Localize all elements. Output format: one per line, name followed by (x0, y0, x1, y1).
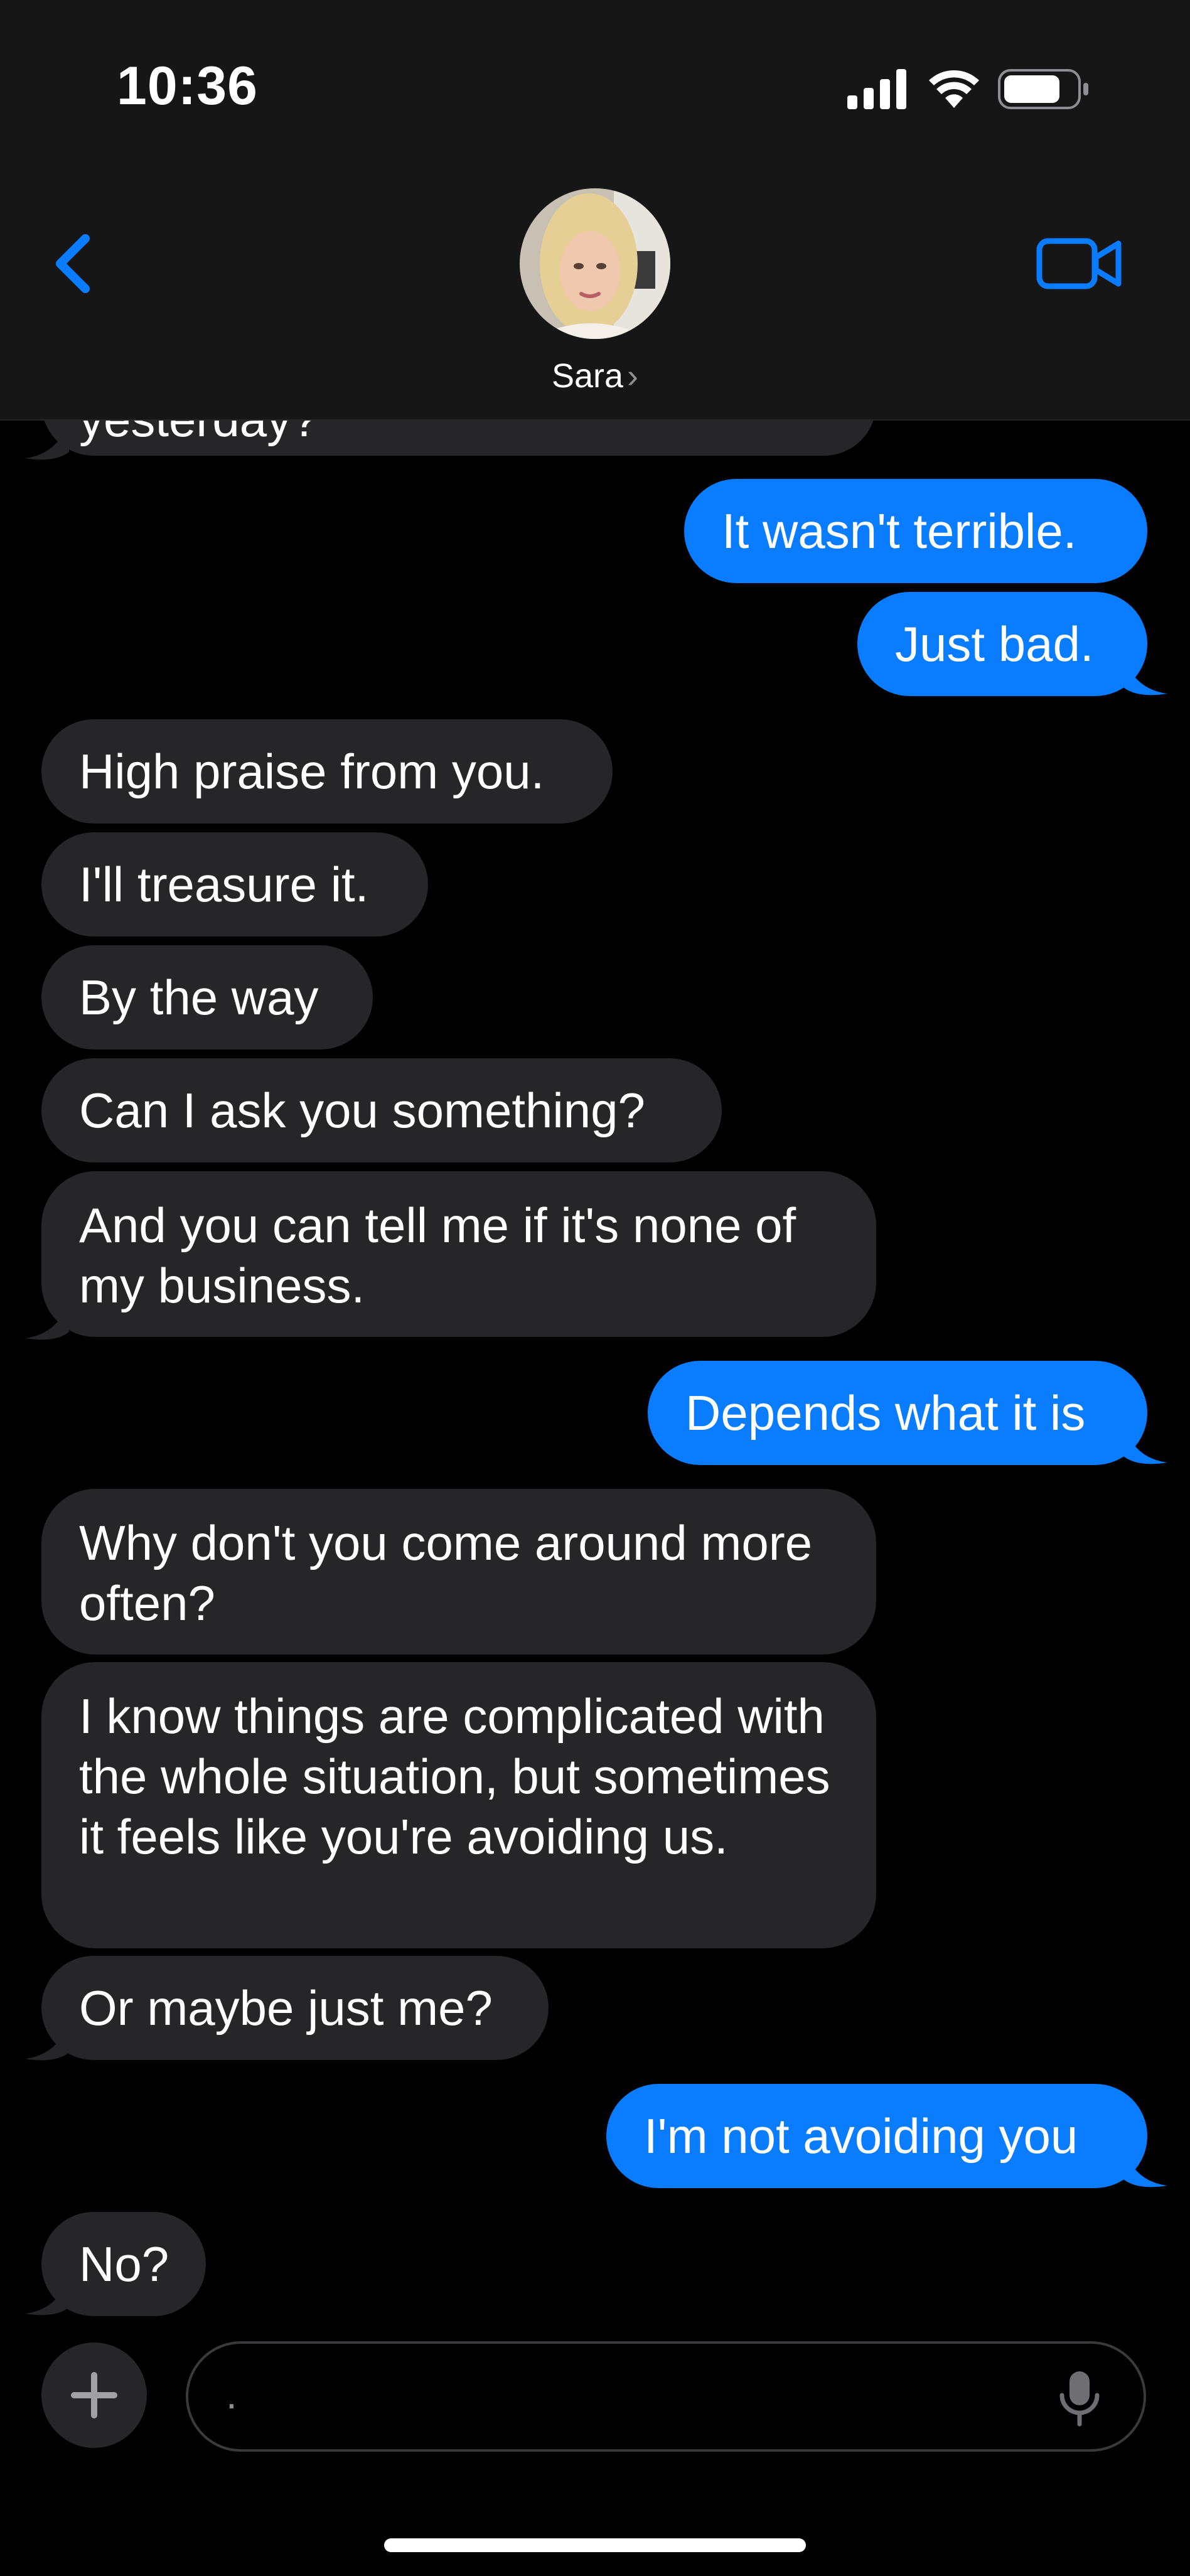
plus-icon (71, 2372, 117, 2418)
bubble-tail (1123, 1425, 1167, 1464)
message-bubble-incoming[interactable]: And you can tell me if it's none of my b… (41, 1171, 876, 1337)
cellular-signal-icon (847, 69, 906, 109)
message-text: Depends what it is (685, 1385, 1086, 1441)
conversation-header: 10:36 Sara › (0, 0, 1190, 421)
message-text: No? (79, 2236, 169, 2292)
message-text: I know things are complicated with the w… (79, 1688, 830, 1864)
message-bubble-incoming[interactable]: Can I ask you something? (41, 1058, 722, 1162)
bubble-tail (25, 2021, 69, 2061)
message-bubble-incoming[interactable]: I know things are complicated with the w… (41, 1662, 876, 1948)
message-text: High praise from you. (79, 744, 545, 799)
message-text: Can I ask you something? (79, 1083, 645, 1138)
message-bubble-outgoing[interactable]: I'm not avoiding you (606, 2084, 1147, 2188)
message-bubble-incoming[interactable]: High praise from you. (41, 719, 613, 824)
message-bubble-incoming[interactable]: Why don't you come around more often? (41, 1489, 876, 1655)
contact-name[interactable]: Sara › (0, 357, 1190, 395)
message-text: Just bad. (895, 616, 1094, 672)
message-text: It wasn't terrible. (722, 503, 1077, 559)
message-bubble-outgoing[interactable]: It wasn't terrible. (684, 479, 1147, 583)
message-text: And you can tell me if it's none of my b… (79, 1198, 796, 1313)
video-call-icon[interactable] (1036, 232, 1123, 295)
message-text: I'm not avoiding you (644, 2108, 1078, 2164)
add-attachment-button[interactable] (41, 2343, 147, 2448)
message-bubble-incoming[interactable]: Or maybe just me? (41, 1956, 549, 2060)
message-input[interactable]: . (186, 2341, 1146, 2452)
message-text: By the way (79, 970, 319, 1025)
message-bubble-outgoing[interactable]: Depends what it is (648, 1361, 1147, 1465)
message-text: Why don't you come around more often? (79, 1515, 813, 1631)
message-text: Or maybe just me? (79, 1980, 493, 2036)
contact-avatar[interactable] (520, 188, 670, 339)
message-bubble-incoming[interactable]: I'll treasure it. (41, 832, 428, 936)
message-bubble-outgoing[interactable]: Just bad. (857, 592, 1147, 696)
wifi-icon (929, 70, 979, 108)
message-text: I'll treasure it. (79, 857, 369, 912)
bubble-tail (25, 1301, 69, 1340)
bubble-tail (1123, 656, 1167, 695)
status-bar-time: 10:36 (117, 56, 258, 116)
back-chevron-icon[interactable] (41, 226, 104, 301)
bubble-tail (25, 421, 69, 460)
bubble-tail (1123, 2148, 1167, 2187)
bubble-tail (25, 2276, 69, 2316)
status-bar-icons (847, 69, 1088, 109)
home-indicator[interactable] (384, 2538, 806, 2552)
message-bubble-incoming[interactable]: By the way (41, 945, 373, 1049)
chevron-right-icon: › (627, 357, 639, 395)
microphone-icon[interactable] (1054, 2366, 1105, 2429)
message-input-placeholder: . (226, 2372, 237, 2417)
battery-icon (998, 69, 1088, 109)
